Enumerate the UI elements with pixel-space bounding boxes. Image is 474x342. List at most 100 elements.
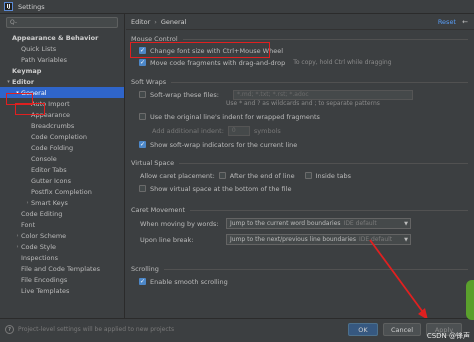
decorative-leaf (466, 280, 474, 320)
reset-link[interactable]: Reset (438, 18, 456, 26)
sidebar-item-label: Appearance (31, 110, 71, 119)
upon-break-label: Upon line break: (140, 235, 194, 244)
caret-placement-row: Allow caret placement: After the end of … (126, 170, 474, 181)
arrow-left-icon[interactable]: ← (462, 18, 468, 26)
sidebar-item-label: Inspections (21, 253, 58, 262)
chevron-down-icon: ▼ (404, 236, 408, 243)
settings-content: Editor › General Reset ← Mouse Control ✓… (126, 14, 474, 318)
sidebar-item[interactable]: ▾ General (0, 87, 124, 98)
smooth-scrolling-checkbox[interactable]: ✓ (139, 278, 146, 285)
change-font-size-checkbox[interactable]: ✓ (139, 47, 146, 54)
sidebar-item[interactable]: › Code Style (0, 241, 124, 252)
upon-break-value: Jump to the next/previous line boundarie… (230, 236, 356, 243)
move-code-hint: To copy, hold Ctrl while dragging (293, 59, 392, 66)
chevron-icon[interactable]: › (14, 233, 21, 239)
moving-words-select[interactable]: Jump to the current word boundaries IDE … (226, 218, 411, 229)
cancel-button[interactable]: Cancel (383, 323, 421, 336)
move-code-checkbox[interactable]: ✓ (139, 59, 146, 66)
sidebar-item[interactable]: Inspections (0, 252, 124, 263)
sidebar-item[interactable]: Gutter Icons (0, 175, 124, 186)
soft-wrap-files-row[interactable]: Soft-wrap these files: *.md; *.txt; *.rs… (126, 89, 474, 100)
smooth-scrolling-label: Enable smooth scrolling (150, 277, 228, 286)
show-indicators-row[interactable]: ✓ Show soft-wrap indicators for the curr… (126, 139, 474, 150)
chevron-icon[interactable]: › (14, 244, 21, 250)
show-virtual-checkbox[interactable] (139, 185, 146, 192)
sidebar-item-label: Code Editing (21, 209, 63, 218)
inside-tabs-label: Inside tabs (315, 171, 352, 180)
footer: ? Project-level settings will be applied… (0, 318, 474, 342)
section-caret-movement: Caret Movement (126, 206, 474, 214)
smooth-scrolling-row[interactable]: ✓ Enable smooth scrolling (126, 276, 474, 287)
moving-words-value: Jump to the current word boundaries (230, 220, 341, 227)
upon-break-tag: IDE default (358, 236, 393, 243)
sidebar-item-label: Postfix Completion (31, 187, 92, 196)
sidebar-item[interactable]: Path Variables (0, 54, 124, 65)
after-end-checkbox[interactable] (218, 172, 226, 179)
sidebar-item[interactable]: Appearance & Behavior (0, 32, 124, 43)
sidebar-item-label: General (21, 88, 47, 97)
sidebar-item[interactable]: Font (0, 219, 124, 230)
app-icon: IJ (4, 2, 13, 11)
chevron-icon[interactable]: › (24, 200, 31, 206)
upon-break-select[interactable]: Jump to the next/previous line boundarie… (226, 234, 411, 245)
caret-placement-label: Allow caret placement: (140, 171, 215, 180)
moving-words-row: When moving by words: Jump to the curren… (126, 218, 474, 229)
sidebar-item[interactable]: File and Code Templates (0, 263, 124, 274)
change-font-size-row[interactable]: ✓ Change font size with Ctrl+Mouse Wheel (126, 42, 474, 58)
change-font-size-label: Change font size with Ctrl+Mouse Wheel (150, 46, 283, 55)
chevron-icon[interactable]: ▾ (5, 79, 12, 85)
footer-message: Project-level settings will be applied t… (18, 326, 175, 333)
show-virtual-row[interactable]: Show virtual space at the bottom of the … (126, 183, 474, 194)
sidebar-item[interactable]: Editor Tabs (0, 164, 124, 175)
soft-wrap-files-input[interactable]: *.md; *.txt; *.rst; *.adoc (233, 89, 413, 100)
sidebar-item-label: Gutter Icons (31, 176, 71, 185)
show-indicators-label: Show soft-wrap indicators for the curren… (150, 140, 298, 149)
soft-wrap-files-checkbox[interactable] (139, 91, 146, 98)
additional-indent-label: Add additional indent: (152, 126, 224, 135)
additional-indent-input[interactable]: 0 (227, 125, 250, 136)
sidebar-item-label: Path Variables (21, 55, 68, 64)
breadcrumb-editor[interactable]: Editor (131, 18, 150, 26)
sidebar-item[interactable]: Code Editing (0, 208, 124, 219)
search-input[interactable]: Q- (6, 17, 118, 28)
original-indent-label: Use the original line's indent for wrapp… (150, 112, 320, 121)
sidebar-item[interactable]: File Encodings (0, 274, 124, 285)
sidebar-item-label: Color Scheme (21, 231, 67, 240)
sidebar-item[interactable]: › Color Scheme (0, 230, 124, 241)
breadcrumb-separator: › (154, 17, 157, 26)
sidebar-item-label: Breadcrumbs (31, 121, 75, 130)
inside-tabs-checkbox[interactable] (304, 172, 312, 179)
sidebar-item[interactable]: Postfix Completion (0, 186, 124, 197)
sidebar-item[interactable]: Appearance (0, 109, 124, 120)
chevron-icon[interactable]: ▾ (14, 90, 21, 96)
sidebar-item[interactable]: › Smart Keys (0, 197, 124, 208)
sidebar-item-label: Auto Import (31, 99, 70, 108)
sidebar-item-label: Code Folding (31, 143, 74, 152)
show-indicators-checkbox[interactable]: ✓ (139, 141, 146, 148)
sidebar-item[interactable]: Code Completion (0, 131, 124, 142)
moving-words-tag: IDE default (343, 220, 377, 227)
ok-button[interactable]: OK (348, 323, 378, 336)
sidebar-item[interactable]: Keymap (0, 65, 124, 76)
move-code-row[interactable]: ✓ Move code fragments with drag-and-drop… (126, 57, 474, 68)
sidebar-item[interactable]: Auto Import (0, 98, 124, 109)
sidebar-item-label: Code Completion (31, 132, 87, 141)
sidebar-item-label: Console (31, 154, 57, 163)
sidebar-item-label: Font (21, 220, 36, 229)
sidebar-item[interactable]: Quick Lists (0, 43, 124, 54)
sidebar-item[interactable]: Breadcrumbs (0, 120, 124, 131)
section-mouse-control: Mouse Control (126, 35, 474, 43)
sidebar-item[interactable]: Live Templates (0, 285, 124, 296)
sidebar-item[interactable]: ▾ Editor (0, 76, 124, 87)
breadcrumb: Editor › General (126, 14, 474, 30)
after-end-label: After the end of line (229, 171, 295, 180)
sidebar-item-label: Editor (12, 77, 35, 86)
sidebar-item[interactable]: Code Folding (0, 142, 124, 153)
settings-sidebar: Q- Appearance & Behavior Quick Lists Path … (0, 14, 125, 318)
original-indent-row[interactable]: Use the original line's indent for wrapp… (126, 111, 474, 122)
original-indent-checkbox[interactable] (139, 113, 146, 120)
help-icon[interactable]: ? (5, 325, 14, 334)
breadcrumb-general: General (160, 17, 187, 26)
soft-wrap-files-hint: Use * and ? as wildcards and ; to separa… (226, 100, 380, 107)
sidebar-item[interactable]: Console (0, 153, 124, 164)
